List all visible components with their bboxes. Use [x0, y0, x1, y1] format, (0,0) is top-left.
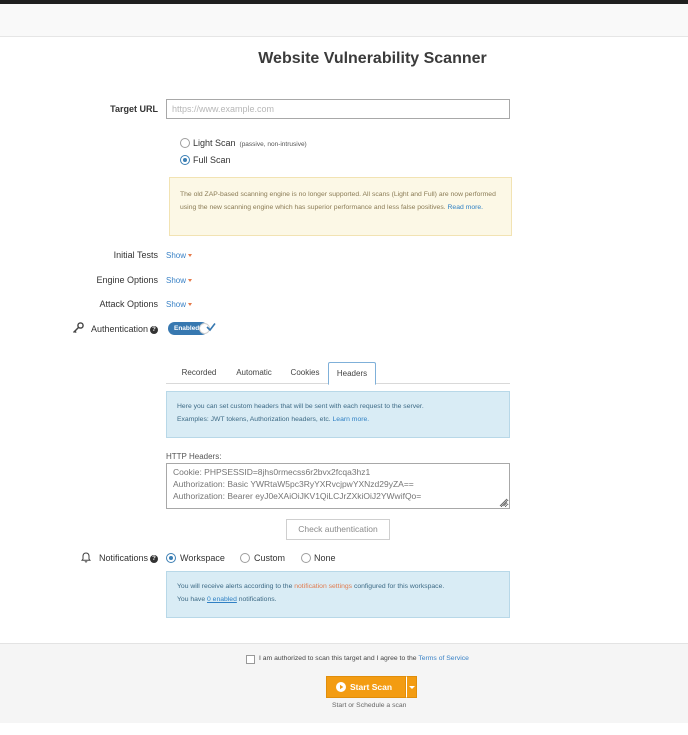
initial-tests-label: Initial Tests [113, 250, 158, 260]
light-scan-option: Light Scan (passive, non-intrusive) [193, 138, 307, 148]
check-authentication-button[interactable]: Check authentication [286, 519, 390, 540]
caret-down-icon [188, 254, 193, 258]
attack-options-show-label: Show [166, 300, 187, 309]
target-url-label: Target URL [110, 104, 158, 114]
notify-count-prefix: You have [177, 596, 206, 603]
attack-options-label: Attack Options [99, 299, 158, 309]
key-icon [72, 322, 84, 334]
http-headers-label: HTTP Headers: [166, 452, 222, 461]
notification-settings-link[interactable]: notification settings [294, 583, 352, 590]
notify-info-suffix: configured for this workspace. [353, 583, 445, 590]
checkmark-icon [206, 323, 216, 332]
tab-automatic[interactable]: Automatic [228, 362, 280, 384]
initial-tests-show-toggle[interactable]: Show [166, 251, 193, 260]
learn-more-link[interactable]: Learn more. [333, 416, 370, 423]
engine-options-label: Engine Options [96, 275, 158, 285]
help-icon[interactable]: ? [150, 326, 158, 334]
start-scan-label: Start Scan [350, 682, 393, 692]
authentication-label: Authentication [90, 324, 148, 334]
tab-recorded[interactable]: Recorded [174, 362, 224, 384]
headers-info-box: Here you can set custom headers that wil… [166, 391, 510, 438]
auth-tabs: Recorded Automatic Cookies Headers [166, 362, 510, 385]
authorization-text-row: I am authorized to scan this target and … [259, 655, 469, 662]
notify-none-label: None [314, 553, 336, 563]
caret-down-icon [188, 279, 193, 283]
notify-info-prefix: You will receive alerts according to the [177, 583, 293, 590]
engine-options-show-toggle[interactable]: Show [166, 276, 193, 285]
headers-info-line2-row: Examples: JWT tokens, Authorization head… [177, 413, 499, 426]
start-scan-dropdown-button[interactable] [406, 676, 417, 698]
notifications-info-box: You will receive alerts according to the… [166, 571, 510, 618]
help-icon[interactable]: ? [150, 555, 158, 563]
tab-cookies[interactable]: Cookies [284, 362, 326, 384]
authorization-text: I am authorized to scan this target and … [259, 655, 417, 662]
engine-warning-box: The old ZAP-based scanning engine is no … [169, 177, 512, 236]
engine-options-show-label: Show [166, 276, 187, 285]
authentication-toggle[interactable]: Enabled [168, 322, 218, 335]
light-scan-label: Light Scan [193, 138, 236, 148]
authentication-label-row: Authentication? [86, 324, 158, 334]
read-more-link[interactable]: Read more. [448, 204, 484, 211]
toggle-label: Enabled [174, 325, 200, 332]
headers-info-line1: Here you can set custom headers that wil… [177, 403, 424, 410]
notifications-label-row: Notifications? [90, 553, 158, 563]
notify-custom-radio[interactable] [240, 553, 250, 563]
notifications-label: Notifications [98, 553, 148, 563]
full-scan-radio[interactable] [180, 155, 190, 165]
notifications-info-line2: You have 0 enabled notifications. [177, 593, 499, 606]
notifications-info-line1: You will receive alerts according to the… [177, 580, 499, 593]
schedule-hint: Start or Schedule a scan [332, 702, 407, 709]
tab-headers[interactable]: Headers [328, 362, 376, 385]
caret-down-icon [188, 303, 193, 307]
notify-custom-label: Custom [254, 553, 286, 563]
notify-count-suffix: notifications. [238, 596, 277, 603]
light-scan-note: (passive, non-intrusive) [239, 141, 307, 148]
start-scan-button[interactable]: Start Scan [326, 676, 406, 698]
sub-header [0, 4, 688, 37]
notify-workspace-radio[interactable] [166, 553, 176, 563]
notify-none-radio[interactable] [301, 553, 311, 563]
authorization-checkbox[interactable] [246, 655, 255, 664]
target-url-input[interactable] [166, 99, 510, 119]
light-scan-radio[interactable] [180, 138, 190, 148]
page-title: Website Vulnerability Scanner [258, 50, 487, 67]
notify-workspace-label: Workspace [180, 553, 225, 563]
play-icon [336, 682, 346, 692]
attack-options-show-toggle[interactable]: Show [166, 300, 193, 309]
resize-grip-icon[interactable] [498, 497, 508, 507]
enabled-notifications-link[interactable]: 0 enabled [207, 596, 237, 603]
http-headers-textarea[interactable] [166, 463, 510, 509]
headers-info-line2: Examples: JWT tokens, Authorization head… [177, 416, 331, 423]
initial-tests-show-label: Show [166, 251, 187, 260]
full-scan-label: Full Scan [193, 155, 231, 165]
terms-of-service-link[interactable]: Terms of Service [418, 655, 469, 662]
